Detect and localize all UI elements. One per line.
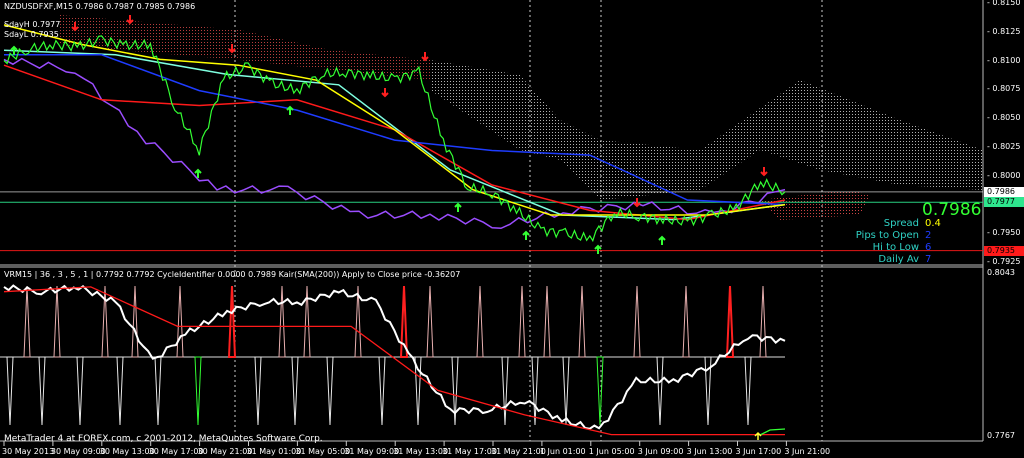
price-axis-label: - 0.7950: [987, 228, 1021, 238]
cycle-trough-spike: [154, 356, 162, 426]
sell-arrow-icon: [421, 52, 429, 62]
cycle-trough-spike: [562, 356, 570, 426]
info-value: 6: [925, 242, 932, 253]
cycle-trough-spike: [254, 356, 262, 426]
ma-red-line: [3, 64, 786, 221]
time-axis-label: 31 May 17:00: [442, 447, 497, 456]
sday-low-label: SdayL 0.7935: [4, 30, 59, 39]
cycle-trough-spike: [656, 356, 664, 426]
ichimoku-cloud-red: [60, 15, 430, 80]
info-label: Daily Av: [878, 254, 919, 265]
time-axis-label: 30 May 17:00: [148, 447, 204, 456]
lower-axis-label: 0.8043: [987, 268, 1015, 277]
time-axis-label: 3 Jun 09:00: [637, 447, 684, 456]
time-axis-label: 31 May 13:00: [393, 447, 449, 456]
info-label: Hi to Low: [872, 242, 919, 253]
cycle-peak-spike: [53, 285, 61, 358]
cycle-trough-spike: [596, 356, 604, 426]
price-axis-label: - 0.8100: [987, 55, 1021, 65]
cycle-peak-spike: [227, 285, 237, 358]
buy-arrow-icon: [286, 105, 294, 115]
time-axis-label: 30 May 09:00: [50, 447, 106, 456]
cycle-trough-spike: [291, 356, 299, 426]
cycle-peak-spike: [633, 285, 641, 358]
sday-high-label: SdayH 0.7977: [4, 20, 61, 29]
cycle-peak-spike: [518, 285, 526, 358]
copyright-footer: MetaTrader 4 at FOREX.com, c 2001-2012, …: [4, 434, 323, 444]
info-value: 2: [925, 230, 932, 241]
buy-arrow-icon: [658, 235, 666, 245]
purple-line: [3, 57, 786, 230]
cycle-peak-spike: [426, 285, 434, 358]
price-axis-label: - 0.8050: [987, 113, 1021, 123]
cycle-trough-spike: [744, 356, 752, 426]
time-axis-label: 31 May 09:00: [344, 447, 400, 456]
time-axis-label: 31 May 05:00: [295, 447, 351, 456]
buy-arrow-icon: [522, 230, 530, 240]
cycle-peak-spike: [278, 285, 286, 358]
cycle-peak-spike: [303, 285, 311, 358]
cycle-trough-spike: [6, 356, 14, 426]
sday-low-price-box: 0.7935: [984, 245, 1024, 256]
lower-axis-label: 0.7767: [987, 431, 1015, 440]
price-axis-label: - 0.8150: [987, 0, 1021, 7]
cycle-peak-spike: [176, 285, 184, 358]
info-value: 0.4: [925, 218, 941, 229]
price-axis-label: - 0.7925: [987, 257, 1021, 267]
price-axis-label: - 0.8000: [987, 170, 1021, 180]
time-axis-label: 31 May 01:00: [246, 447, 302, 456]
cycle-trough-spike: [76, 356, 84, 426]
sday-high-price-box: 0.7977: [984, 197, 1024, 208]
time-axis-label: 31 May 21:00: [491, 447, 546, 456]
chart-frame: [0, 0, 984, 442]
cycle-peak-spike: [759, 285, 767, 358]
chart-canvas: [0, 0, 984, 446]
price-axis-label: - 0.8025: [987, 142, 1021, 151]
cycle-trough-spike: [326, 356, 334, 426]
ichimoku-cloud: [430, 60, 983, 200]
time-axis-label: 30 May 21:00: [197, 447, 253, 456]
time-axis-label: 1 Jun 05:00: [588, 447, 635, 456]
cycle-trough-spike: [531, 356, 539, 426]
cycle-peak-spike: [578, 285, 586, 358]
time-axis-label: 1 Jun 01:00: [539, 447, 586, 456]
cycle-peak-spike: [23, 285, 31, 358]
cycle-trough-spike: [451, 356, 459, 426]
cycle-trough-spike: [194, 356, 202, 426]
bid-price-box: 0.7986: [984, 186, 1024, 197]
symbol-header: NZDUSDFXF,M15 0.7986 0.7987 0.7985 0.798…: [4, 2, 196, 11]
sell-arrow-icon: [760, 167, 768, 177]
sell-arrow-icon: [381, 88, 389, 98]
price-axis-label: - 0.8125: [987, 26, 1021, 36]
cycle-trough-spike: [501, 356, 509, 426]
current-price: 0.7986: [922, 200, 982, 220]
sell-arrow-icon: [126, 15, 134, 25]
indicator-header: VRM15 | 36 , 3 , 5 , 1 | 0.7792 0.7792 C…: [4, 270, 461, 279]
time-axis-label: 3 Jun 13:00: [686, 447, 733, 456]
time-axis-label: 30 May 2013: [2, 447, 55, 456]
cycle-peak-spike: [476, 285, 484, 358]
cycle-peak-spike: [543, 285, 551, 358]
cycle-trough-spike: [38, 356, 46, 426]
time-axis-label: 3 Jun 17:00: [735, 447, 782, 456]
cycle-peak-spike: [131, 285, 139, 358]
cycle-trough-spike: [116, 356, 124, 426]
buy-arrow-icon: [594, 244, 602, 254]
buy-arrow-icon: [754, 431, 762, 440]
info-label: Pips to Open: [855, 230, 919, 241]
info-value: 7: [925, 254, 932, 265]
price-axis-label: - 0.8075: [987, 84, 1021, 94]
time-axis-label: 3 Jun 21:00: [784, 447, 831, 456]
cycle-peak-spike: [682, 285, 690, 358]
buy-arrow-icon: [454, 202, 462, 212]
cycle-trough-spike: [378, 356, 386, 426]
info-label: Spread: [883, 218, 919, 229]
time-axis-label: 30 May 13:00: [99, 447, 155, 456]
